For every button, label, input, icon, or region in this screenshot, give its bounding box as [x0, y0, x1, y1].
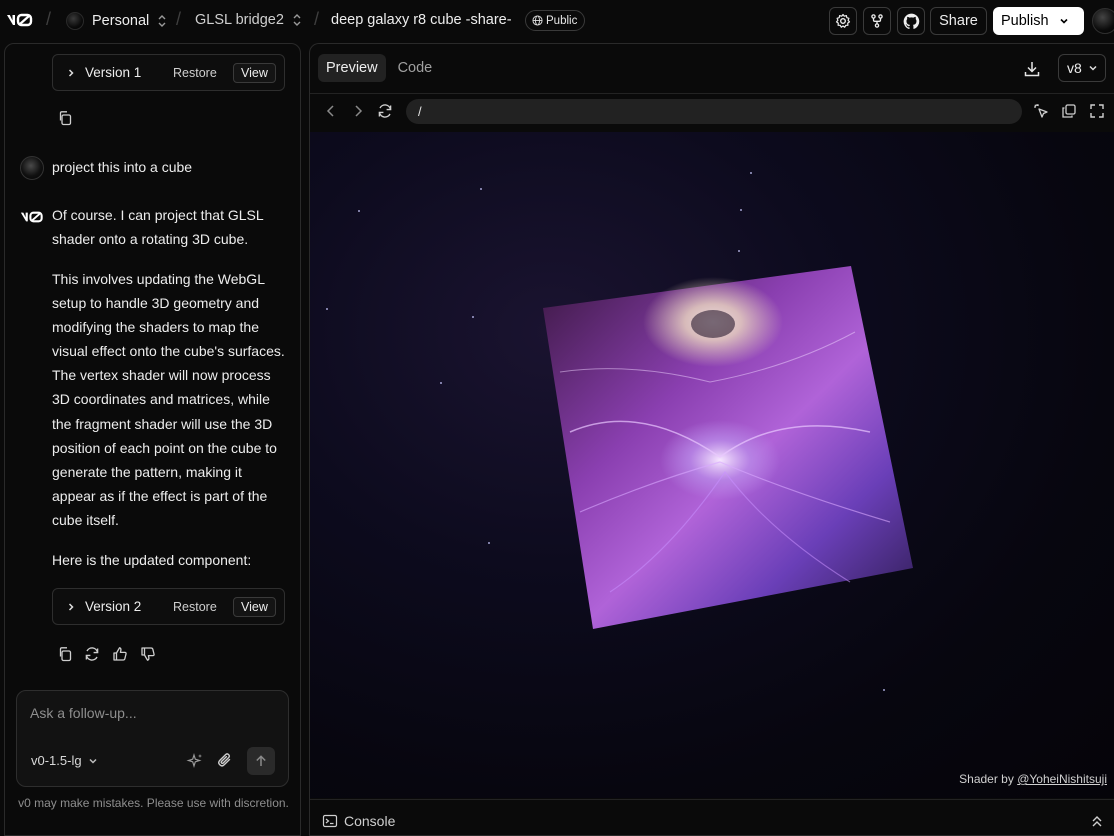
breadcrumb-separator: / [46, 9, 52, 29]
visibility-badge[interactable]: Public [525, 10, 586, 31]
user-message: project this into a cube [52, 159, 193, 175]
restore-button[interactable]: Restore [173, 600, 217, 614]
follow-up-box[interactable]: Ask a follow-up... v0-1.5-lg [16, 690, 289, 787]
publish-label: Publish [1001, 13, 1049, 29]
top-bar: / Personal / GLSL bridge2 / deep galaxy … [0, 0, 1114, 42]
chevrons-up-icon[interactable] [1091, 814, 1103, 828]
user-message-avatar [20, 156, 44, 180]
view-button[interactable]: View [233, 62, 276, 83]
thumbs-up-icon[interactable] [112, 646, 128, 662]
breadcrumb-separator: / [176, 9, 182, 29]
view-tabs: Preview Code [318, 54, 440, 82]
divider [310, 93, 1114, 94]
github-button[interactable] [897, 7, 925, 35]
chevron-right-icon [68, 68, 74, 77]
copy-icon[interactable] [57, 110, 73, 126]
breadcrumb-separator: / [314, 9, 320, 29]
fullscreen-icon[interactable] [1089, 103, 1105, 119]
view-button[interactable]: View [233, 596, 276, 617]
project-name: GLSL bridge2 [195, 12, 284, 28]
assistant-paragraph-2: This involves updating the WebGL setup t… [52, 271, 285, 528]
thumbs-down-icon[interactable] [140, 646, 156, 662]
chevron-down-icon [89, 758, 97, 764]
version-select[interactable]: v8 [1058, 54, 1106, 82]
terminal-icon [322, 814, 338, 828]
paperclip-icon[interactable] [216, 751, 234, 769]
share-button[interactable]: Share [930, 7, 987, 35]
forward-icon[interactable] [351, 104, 365, 118]
assistant-paragraph-3: Here is the updated component: [52, 552, 252, 568]
shader-credit: Shader by @YoheiNishitsuji [959, 772, 1107, 786]
send-button[interactable] [247, 747, 275, 775]
settings-button[interactable] [829, 7, 857, 35]
sparkle-icon[interactable] [186, 752, 204, 770]
chevron-up-down-icon [158, 15, 166, 27]
gear-icon [835, 13, 851, 28]
fork-icon [871, 14, 883, 28]
chevron-up-down-icon [293, 14, 301, 26]
preview-panel: Preview Code v8 / Shader by @YoheiNishit… [309, 43, 1114, 836]
new-window-icon[interactable] [1061, 103, 1077, 119]
chat-panel: Version 1 Restore View project this into… [4, 43, 301, 836]
assistant-paragraph-1: Of course. I can project that GLSL shade… [52, 207, 264, 248]
project-switcher[interactable]: GLSL bridge2 [195, 12, 302, 28]
model-name: v0-1.5-lg [31, 753, 82, 768]
v0-assistant-icon [20, 210, 46, 224]
version-label: Version 2 [85, 599, 142, 614]
version-select-value: v8 [1067, 60, 1082, 76]
copy-icon[interactable] [57, 646, 73, 662]
chat-title[interactable]: deep galaxy r8 cube -share- [331, 12, 512, 28]
version-label: Version 1 [85, 65, 142, 80]
workspace-switcher[interactable]: Personal [66, 12, 167, 30]
divider [310, 799, 1114, 800]
refresh-icon[interactable] [377, 103, 393, 119]
back-icon[interactable] [324, 104, 338, 118]
follow-up-input[interactable]: Ask a follow-up... [30, 705, 137, 721]
preview-canvas[interactable]: Shader by @YoheiNishitsuji [310, 132, 1114, 798]
chevron-right-icon [68, 602, 74, 611]
chevron-down-icon [1089, 65, 1097, 71]
v0-logo[interactable] [6, 12, 36, 28]
version-card-1[interactable]: Version 1 Restore View [52, 54, 285, 91]
cursor-select-icon[interactable] [1033, 103, 1049, 119]
console-bar[interactable]: Console [310, 805, 1114, 835]
console-label: Console [344, 813, 396, 829]
version-card-2[interactable]: Version 2 Restore View [52, 588, 285, 625]
download-icon[interactable] [1023, 60, 1041, 78]
url-bar[interactable]: / [406, 99, 1022, 124]
arrow-up-icon [256, 755, 266, 766]
workspace-name: Personal [92, 13, 150, 29]
visibility-label: Public [546, 14, 578, 27]
globe-icon [532, 15, 543, 26]
tab-code[interactable]: Code [390, 54, 441, 82]
publish-button[interactable]: Publish [993, 7, 1084, 35]
fork-button[interactable] [863, 7, 891, 35]
tab-preview[interactable]: Preview [318, 54, 386, 82]
github-icon [903, 13, 919, 29]
workspace-avatar [66, 12, 84, 30]
regenerate-icon[interactable] [84, 646, 100, 662]
shader-credit-prefix: Shader by [959, 772, 1018, 786]
galaxy-cube [543, 266, 913, 629]
chevron-down-icon [1059, 18, 1068, 24]
restore-button[interactable]: Restore [173, 66, 217, 80]
shader-author-link[interactable]: @YoheiNishitsuji [1017, 772, 1107, 786]
disclaimer: v0 may make mistakes. Please use with di… [18, 796, 289, 810]
user-avatar[interactable] [1092, 8, 1114, 34]
model-selector[interactable]: v0-1.5-lg [31, 753, 98, 768]
